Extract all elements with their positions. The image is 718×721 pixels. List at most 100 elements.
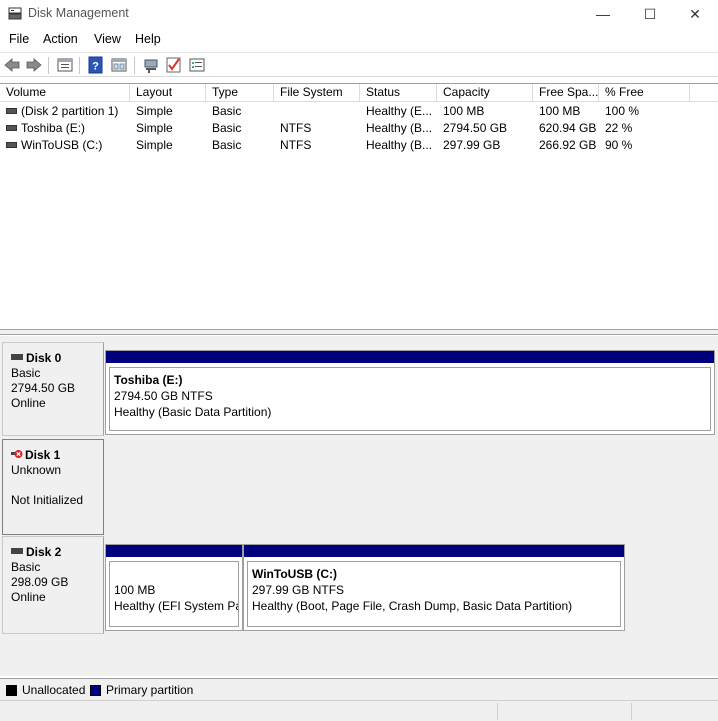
window-title: Disk Management [28, 6, 129, 20]
disk-state: Online [11, 396, 46, 410]
volume-free-space: 266.92 GB [539, 138, 597, 152]
title-bar: Disk Management — ☐ ✕ [0, 0, 718, 28]
connect-icon[interactable] [142, 56, 160, 74]
primary-partition-bar [244, 545, 624, 557]
disk-name: Disk 1 [25, 448, 61, 462]
volume-type: Basic [212, 121, 242, 135]
volume-percent-free: 90 % [605, 138, 633, 152]
volume-percent-free: 22 % [605, 121, 633, 135]
disk-row-0: Disk 0 Basic 2794.50 GB Online Toshiba (… [0, 342, 718, 436]
volume-row[interactable]: (Disk 2 partition 1) Simple Basic Health… [0, 103, 718, 120]
disk-size: 298.09 GB [11, 575, 69, 589]
partition-body: WinToUSB (C:) 297.99 GB NTFS Healthy (Bo… [247, 561, 621, 627]
column-header-free-space[interactable]: Free Spa... [533, 84, 599, 101]
partition-status: Healthy (Boot, Page File, Crash Dump, Ba… [252, 599, 573, 613]
volume-icon [6, 125, 17, 131]
legend-swatch-primary [90, 685, 101, 696]
maximize-button[interactable]: ☐ [627, 0, 673, 28]
show-hide-console-tree-icon[interactable] [56, 56, 74, 74]
column-header-file-system[interactable]: File System [274, 84, 360, 101]
column-header-row: Volume Layout Type File System Status Ca… [0, 84, 718, 102]
volume-name: (Disk 2 partition 1) [21, 104, 119, 118]
disk-state: Online [11, 590, 46, 604]
volume-status: Healthy (E... [366, 104, 433, 118]
status-pane [631, 703, 632, 720]
disk-management-icon [8, 7, 22, 20]
settings-icon[interactable] [188, 56, 206, 74]
menu-file[interactable]: File [9, 32, 29, 46]
primary-partition-bar [106, 545, 242, 557]
help-icon[interactable]: ? [87, 56, 105, 74]
column-header-volume[interactable]: Volume [0, 84, 130, 101]
partition-name: WinToUSB (C:) [252, 567, 337, 581]
partition-efi[interactable]: 100 MB Healthy (EFI System Par [105, 544, 243, 631]
partition-body: 100 MB Healthy (EFI System Par [109, 561, 239, 627]
toolbar-separator [134, 57, 135, 74]
disk-error-icon [11, 450, 23, 458]
volume-list[interactable]: Volume Layout Type File System Status Ca… [0, 83, 718, 329]
pane-splitter[interactable] [0, 329, 718, 335]
partition-size: 100 MB [114, 583, 156, 597]
volume-name: Toshiba (E:) [21, 121, 86, 135]
partition-size: 297.99 GB NTFS [252, 583, 345, 597]
column-header-status[interactable]: Status [360, 84, 437, 101]
menu-action[interactable]: Action [43, 32, 78, 46]
legend: Unallocated Primary partition [0, 678, 718, 700]
volume-layout: Simple [136, 138, 173, 152]
disk-row-1: Disk 1 Unknown Not Initialized [0, 439, 718, 535]
properties-icon[interactable] [110, 56, 128, 74]
disk-icon [11, 354, 23, 360]
volume-row[interactable]: WinToUSB (C:) Simple Basic NTFS Healthy … [0, 137, 718, 154]
toolbar-separator [48, 57, 49, 74]
column-header-type[interactable]: Type [206, 84, 274, 101]
disk-label-2[interactable]: Disk 2 Basic 298.09 GB Online [2, 536, 104, 634]
disk-label-0[interactable]: Disk 0 Basic 2794.50 GB Online [2, 342, 104, 436]
volume-percent-free: 100 % [605, 104, 640, 118]
disk-label-1[interactable]: Disk 1 Unknown Not Initialized [2, 439, 104, 535]
disk-size: 2794.50 GB [11, 381, 76, 395]
volume-layout: Simple [136, 121, 173, 135]
menu-view[interactable]: View [94, 32, 121, 46]
legend-swatch-unallocated [6, 685, 17, 696]
disk-type: Basic [11, 560, 41, 574]
partition-status: Healthy (Basic Data Partition) [114, 405, 272, 419]
toolbar-separator [79, 57, 80, 74]
partition-name [114, 566, 238, 582]
disk-state: Not Initialized [11, 493, 84, 507]
partition-name: Toshiba (E:) [114, 373, 183, 387]
column-header-percent-free[interactable]: % Free [599, 84, 690, 101]
partition-wintousb[interactable]: WinToUSB (C:) 297.99 GB NTFS Healthy (Bo… [243, 544, 625, 631]
volume-status: Healthy (B... [366, 121, 433, 135]
volume-type: Basic [212, 104, 242, 118]
column-header-capacity[interactable]: Capacity [437, 84, 533, 101]
close-button[interactable]: ✕ [672, 0, 718, 28]
volume-row[interactable]: Toshiba (E:) Simple Basic NTFS Healthy (… [0, 120, 718, 137]
forward-icon[interactable] [25, 56, 43, 74]
disk-name: Disk 2 [26, 545, 62, 559]
volume-capacity: 297.99 GB [443, 138, 501, 152]
volume-icon [6, 142, 17, 148]
partition-status: Healthy (EFI System Par [114, 599, 239, 613]
legend-label-unallocated: Unallocated [22, 683, 86, 697]
volume-status: Healthy (B... [366, 138, 433, 152]
disk-name: Disk 0 [26, 351, 62, 365]
toolbar: ? [0, 52, 718, 77]
back-icon[interactable] [3, 56, 21, 74]
disk-size [11, 478, 103, 493]
column-header-layout[interactable]: Layout [130, 84, 206, 101]
partition-body: Toshiba (E:) 2794.50 GB NTFS Healthy (Ba… [109, 367, 711, 431]
volume-icon [6, 108, 17, 114]
legend-label-primary: Primary partition [106, 683, 194, 697]
disk-row-2: Disk 2 Basic 298.09 GB Online 100 MB Hea… [0, 536, 718, 634]
status-pane [497, 703, 498, 720]
menu-help[interactable]: Help [135, 32, 161, 46]
disk-type: Basic [11, 366, 41, 380]
volume-free-space: 100 MB [539, 104, 581, 118]
volume-file-system: NTFS [280, 121, 312, 135]
status-bar [0, 700, 718, 721]
volume-file-system: NTFS [280, 138, 312, 152]
minimize-button[interactable]: — [580, 0, 626, 28]
check-icon[interactable] [165, 56, 183, 74]
volume-type: Basic [212, 138, 242, 152]
partition-toshiba[interactable]: Toshiba (E:) 2794.50 GB NTFS Healthy (Ba… [105, 350, 715, 435]
